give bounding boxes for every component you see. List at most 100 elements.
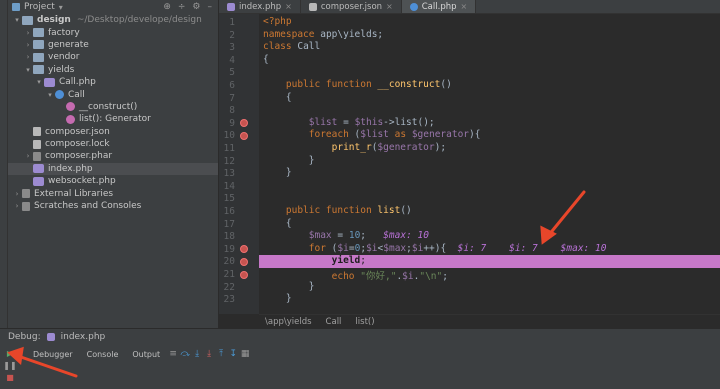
code-line[interactable]: public function __construct() — [259, 79, 720, 92]
tree-item[interactable]: composer.json — [8, 126, 218, 138]
line-number[interactable]: 5 — [229, 67, 235, 78]
code-line[interactable]: foreach ($list as $generator){ — [259, 129, 720, 142]
code-line[interactable]: <?php — [259, 16, 720, 29]
tree-item[interactable]: ▾ design ~/Desktop/develope/design — [8, 14, 218, 26]
tree-item[interactable]: › vendor — [8, 51, 218, 63]
force-step-into-icon[interactable]: ⤓ — [203, 349, 215, 359]
code-line[interactable] — [259, 180, 720, 193]
gear-icon[interactable]: ⚙ — [192, 2, 200, 12]
line-number[interactable]: 17 — [224, 219, 235, 230]
code-line[interactable]: print_r($generator); — [259, 142, 720, 155]
tab-output[interactable]: Output — [125, 350, 167, 359]
expand-arrow-icon[interactable]: ▾ — [34, 78, 44, 86]
hide-icon[interactable]: – — [208, 2, 213, 12]
tree-item[interactable]: list(): Generator — [8, 113, 218, 125]
expand-arrow-icon[interactable]: › — [12, 202, 22, 210]
chevron-down-icon[interactable]: ▾ — [59, 3, 63, 12]
tree-item[interactable]: › generate — [8, 39, 218, 51]
run-to-cursor-icon[interactable]: ↧ — [227, 349, 239, 359]
code-line[interactable]: for ($i=0;$i<$max;$i++){ $i: 7 $i: 7 $ma… — [259, 243, 720, 256]
expand-arrow-icon[interactable]: › — [12, 190, 22, 198]
code-line[interactable]: { — [259, 54, 720, 67]
line-number[interactable]: 22 — [224, 282, 235, 293]
step-out-icon[interactable]: ⤒ — [215, 349, 227, 359]
code-line[interactable]: { — [259, 92, 720, 105]
breakpoint-icon[interactable] — [240, 245, 248, 254]
code-line[interactable]: $max = 10; $max: 10 — [259, 230, 720, 243]
collapse-icon[interactable]: ÷ — [178, 2, 186, 12]
tree-item[interactable]: › Scratches and Consoles — [8, 200, 218, 212]
execution-line[interactable]: yield; — [259, 255, 720, 268]
code-line[interactable]: class Call — [259, 41, 720, 54]
code-line[interactable]: public function list() — [259, 205, 720, 218]
code-line[interactable]: { — [259, 218, 720, 231]
expand-arrow-icon[interactable]: › — [23, 29, 33, 37]
expand-arrow-icon[interactable]: › — [23, 152, 33, 160]
code-line[interactable]: $list = $this->list(); — [259, 117, 720, 130]
project-panel-title[interactable]: Project — [24, 2, 55, 12]
step-into-icon[interactable]: ⤓ — [191, 349, 203, 359]
line-number[interactable]: 3 — [229, 42, 235, 53]
line-number[interactable]: 2 — [229, 30, 235, 41]
close-icon[interactable]: × — [285, 2, 292, 11]
line-number[interactable]: 8 — [229, 105, 235, 116]
line-number[interactable]: 23 — [224, 294, 235, 305]
expand-arrow-icon[interactable]: ▾ — [12, 16, 22, 24]
code-line[interactable] — [259, 192, 720, 205]
code-editor[interactable]: <?php namespace app\yields; class Call{ pu… — [259, 14, 720, 314]
expand-arrow-icon[interactable]: ▾ — [45, 91, 55, 99]
code-line[interactable]: } — [259, 281, 720, 294]
tree-item[interactable]: composer.lock — [8, 138, 218, 150]
tree-item[interactable]: websocket.php — [8, 175, 218, 187]
expand-arrow-icon[interactable]: › — [23, 41, 33, 49]
line-number[interactable]: 4 — [229, 55, 235, 66]
debug-config-tab[interactable]: index.php — [61, 332, 106, 342]
code-line[interactable]: } — [259, 293, 720, 306]
step-over-icon[interactable]: ⤼ — [179, 349, 191, 359]
tree-item[interactable]: › External Libraries — [8, 187, 218, 199]
tree-item[interactable]: __construct() — [8, 101, 218, 113]
resume-icon[interactable]: ▶ — [0, 347, 20, 359]
line-number[interactable]: 15 — [224, 193, 235, 204]
code-line[interactable]: } — [259, 167, 720, 180]
line-number[interactable]: 21 — [224, 269, 235, 280]
tree-item[interactable]: › factory — [8, 26, 218, 38]
close-icon[interactable]: × — [461, 2, 468, 11]
line-number[interactable]: 14 — [224, 181, 235, 192]
locate-icon[interactable]: ⊕ — [163, 2, 171, 12]
editor-tab[interactable]: Call.php × — [401, 0, 477, 13]
line-number[interactable]: 7 — [229, 93, 235, 104]
code-line[interactable]: } — [259, 155, 720, 168]
code-line[interactable] — [259, 66, 720, 79]
breadcrumb-item[interactable]: Call — [326, 317, 342, 327]
line-number[interactable]: 18 — [224, 231, 235, 242]
tree-item[interactable]: ▾ Call — [8, 88, 218, 100]
close-icon[interactable]: × — [386, 2, 393, 11]
menu-icon[interactable]: ≡ — [167, 349, 179, 359]
tree-item[interactable]: index.php — [8, 162, 218, 176]
code-line[interactable] — [259, 104, 720, 117]
line-number[interactable]: 12 — [224, 156, 235, 167]
breadcrumb-item[interactable]: list() — [355, 317, 374, 327]
code-line[interactable]: namespace app\yields; — [259, 29, 720, 42]
breakpoint-icon[interactable] — [240, 131, 248, 140]
pause-icon[interactable]: ❚❚ — [0, 359, 20, 371]
tree-item[interactable]: ▾ yields — [8, 64, 218, 76]
line-number[interactable]: 19 — [224, 244, 235, 255]
line-number[interactable]: 11 — [224, 143, 235, 154]
line-number[interactable]: 13 — [224, 168, 235, 179]
breakpoint-icon[interactable] — [240, 270, 248, 279]
tree-item[interactable]: › composer.phar — [8, 150, 218, 162]
code-line[interactable]: echo "你好,".$i."\n"; — [259, 268, 720, 282]
breakpoint-icon[interactable] — [240, 119, 248, 128]
tab-debugger[interactable]: Debugger — [26, 350, 80, 359]
breadcrumb-item[interactable]: \app\yields — [265, 317, 312, 327]
editor-tab[interactable]: index.php × — [219, 0, 301, 13]
line-number[interactable]: 1 — [229, 17, 235, 28]
line-number[interactable]: 9 — [229, 118, 235, 129]
line-number[interactable]: 16 — [224, 206, 235, 217]
expand-arrow-icon[interactable]: › — [23, 53, 33, 61]
breakpoint-icon[interactable] — [240, 257, 248, 266]
line-number[interactable]: 20 — [224, 256, 235, 267]
evaluate-icon[interactable]: ▦ — [239, 349, 251, 359]
